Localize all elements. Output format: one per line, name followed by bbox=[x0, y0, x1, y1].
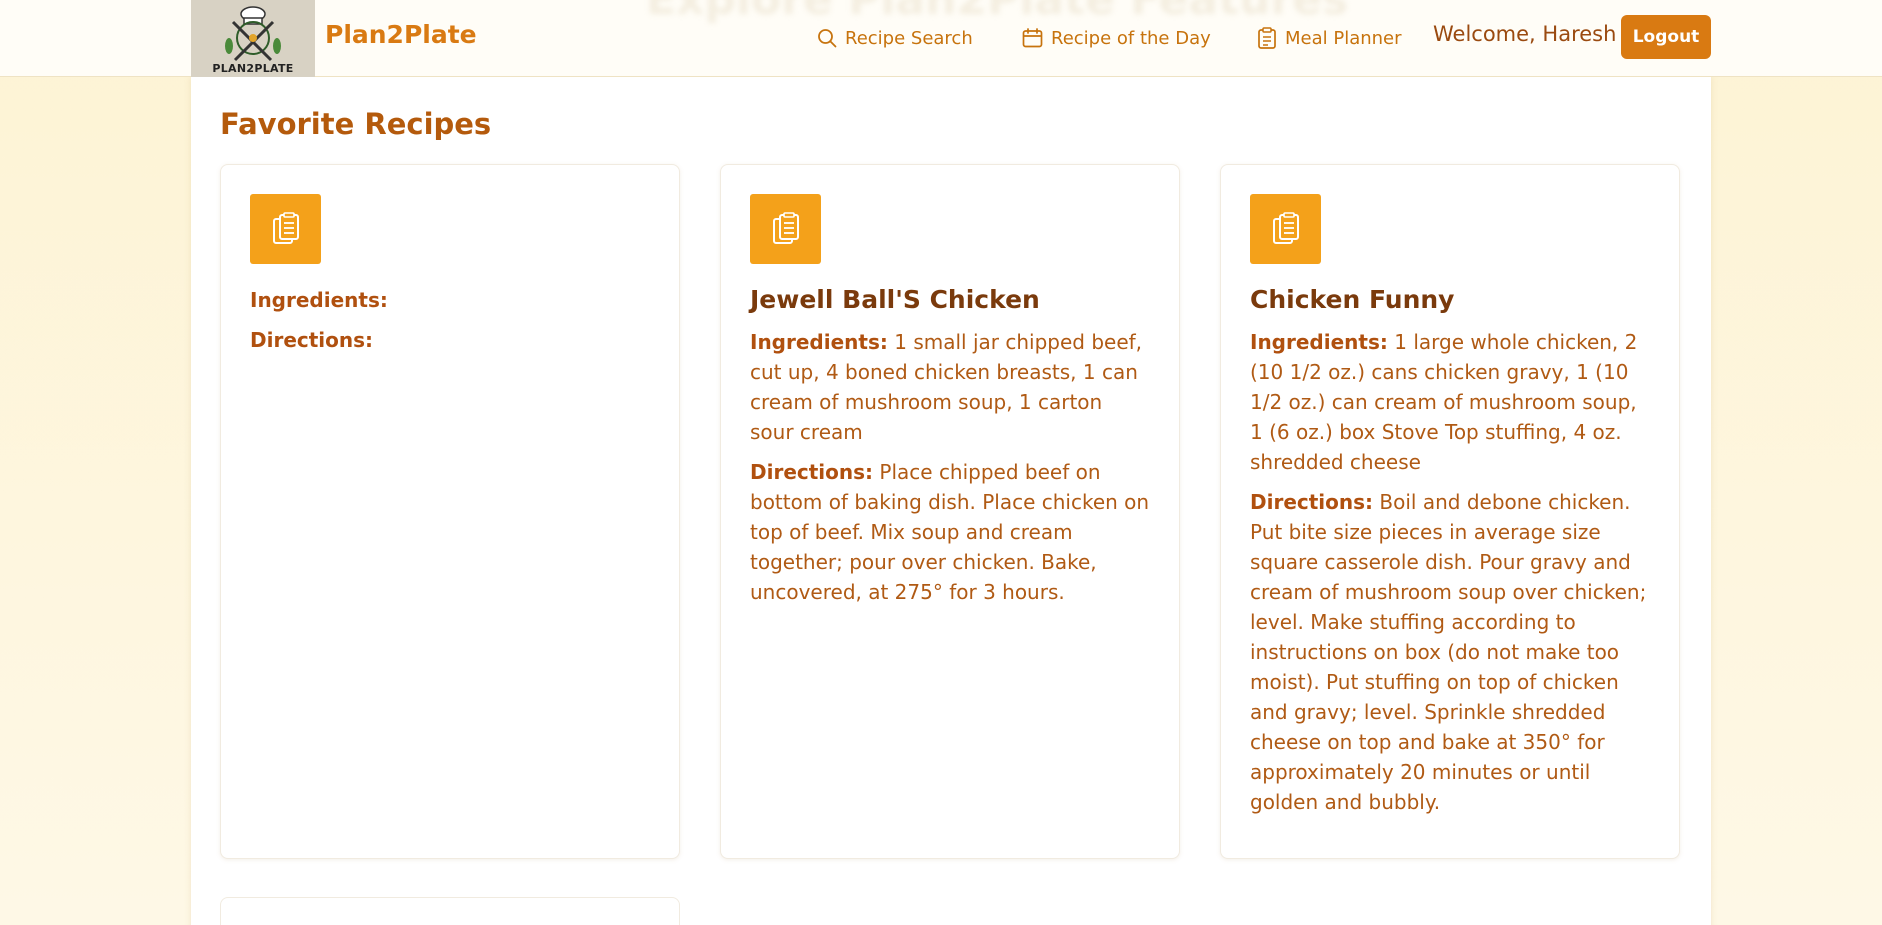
recipe-ingredients: Ingredients: 1 small jar chipped beef, c… bbox=[750, 327, 1150, 447]
nav-recipe-of-the-day-label: Recipe of the Day bbox=[1051, 27, 1211, 49]
favorites-panel: Favorite Recipes Ingredients: Directions… bbox=[191, 77, 1711, 925]
nav-recipe-of-the-day[interactable]: Recipe of the Day bbox=[1022, 25, 1211, 51]
nav-meal-planner-label: Meal Planner bbox=[1285, 27, 1402, 49]
directions-label: Directions: bbox=[250, 328, 374, 352]
recipe-card-icon bbox=[750, 194, 821, 264]
chef-hat-utensils-icon bbox=[225, 6, 281, 62]
ghost-title: Explore Plan2Plate Features bbox=[646, 0, 1348, 25]
recipe-directions: Directions: Place chipped beef on bottom… bbox=[750, 457, 1150, 607]
recipe-directions: Directions: Boil and debone chicken. Put… bbox=[1250, 487, 1650, 817]
welcome-text: Welcome, Haresh bbox=[1433, 22, 1617, 46]
page-title: Favorite Recipes bbox=[220, 107, 492, 141]
recipe-card[interactable]: Ingredients: Directions: bbox=[220, 164, 680, 859]
recipe-card[interactable]: Chicken Funny Ingredients: 1 large whole… bbox=[1220, 164, 1680, 859]
recipe-card-icon bbox=[1250, 194, 1321, 264]
recipe-card[interactable]: Jewell Ball'S Chicken Ingredients: 1 sma… bbox=[720, 164, 1180, 859]
top-header: Explore Plan2Plate Features PLAN2PLATE P… bbox=[0, 0, 1882, 77]
logout-button[interactable]: Logout bbox=[1621, 15, 1711, 59]
recipe-title: Chicken Funny bbox=[1250, 285, 1455, 314]
nav-meal-planner[interactable]: Meal Planner bbox=[1257, 25, 1402, 51]
logo[interactable]: PLAN2PLATE bbox=[191, 0, 315, 77]
recipe-card-icon bbox=[250, 194, 321, 264]
recipe-title: Jewell Ball'S Chicken bbox=[750, 285, 1040, 314]
recipe-ingredients: Ingredients: 1 large whole chicken, 2 (1… bbox=[1250, 327, 1650, 477]
clipboard-icon bbox=[772, 212, 799, 244]
nav-recipe-search-label: Recipe Search bbox=[845, 27, 973, 49]
clipboard-icon bbox=[272, 212, 299, 244]
recipe-directions: Directions: bbox=[250, 325, 650, 355]
ingredients-label: Ingredients: bbox=[250, 288, 388, 312]
directions-value: Boil and debone chicken. Put bite size p… bbox=[1250, 490, 1647, 814]
directions-label: Directions: bbox=[1250, 490, 1374, 514]
directions-label: Directions: bbox=[750, 460, 874, 484]
recipe-card-partial[interactable] bbox=[220, 897, 680, 925]
brand-name[interactable]: Plan2Plate bbox=[325, 20, 477, 49]
ingredients-label: Ingredients: bbox=[750, 330, 888, 354]
search-icon bbox=[818, 29, 837, 48]
ingredients-label: Ingredients: bbox=[1250, 330, 1388, 354]
clipboard-icon bbox=[1258, 27, 1276, 49]
recipe-ingredients: Ingredients: bbox=[250, 285, 650, 315]
calendar-icon bbox=[1022, 28, 1043, 48]
clipboard-icon bbox=[1272, 212, 1299, 244]
logo-text: PLAN2PLATE bbox=[212, 62, 294, 75]
nav-recipe-search[interactable]: Recipe Search bbox=[817, 25, 973, 51]
